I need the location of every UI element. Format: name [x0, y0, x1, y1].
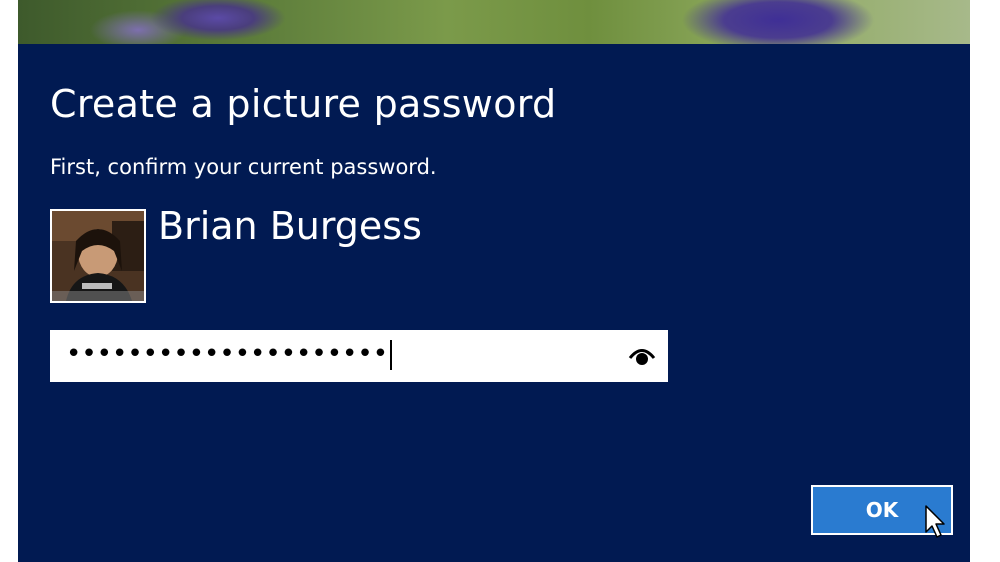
- password-dots: •••••••••••••••••••••: [66, 339, 389, 369]
- screen: Create a picture password First, confirm…: [0, 0, 1000, 562]
- password-value: •••••••••••••••••••••: [66, 339, 393, 370]
- background-photo: [18, 0, 970, 44]
- picture-password-dialog: Create a picture password First, confirm…: [18, 44, 970, 562]
- text-caret: [390, 339, 393, 370]
- dialog-title: Create a picture password: [50, 82, 557, 126]
- password-field[interactable]: •••••••••••••••••••••: [50, 330, 668, 382]
- avatar: [50, 209, 146, 303]
- mouse-pointer-icon: [925, 505, 945, 538]
- user-name: Brian Burgess: [158, 204, 422, 248]
- avatar-photo: [52, 211, 144, 301]
- eye-icon[interactable]: [628, 343, 656, 369]
- dialog-subtitle: First, confirm your current password.: [50, 155, 437, 179]
